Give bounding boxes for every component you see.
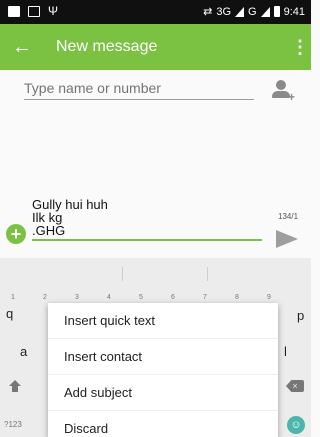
key-a[interactable]: a: [20, 344, 27, 359]
key-p[interactable]: p: [297, 308, 304, 323]
key-hint: 9: [267, 294, 271, 301]
status-bar: Ψ ⇄ 3G G 9:41: [0, 0, 311, 24]
key-l[interactable]: l: [284, 344, 287, 359]
page-title: New message: [56, 38, 158, 55]
app-bar: ← New message ⋮: [0, 24, 311, 70]
popup-menu: Insert quick text Insert contact Add sub…: [48, 303, 278, 437]
shift-key-icon[interactable]: [6, 380, 24, 394]
clock: 9:41: [283, 5, 305, 18]
key-hint: 5: [139, 294, 143, 301]
key-hint: 1: [11, 294, 15, 301]
network-type-label: 3G: [216, 5, 232, 18]
backspace-key-icon[interactable]: ×: [286, 380, 304, 392]
network-type-2-label: G: [248, 5, 257, 18]
key-hint: 6: [171, 294, 175, 301]
key-hint: 4: [107, 294, 111, 301]
usb-icon: Ψ: [48, 4, 59, 18]
menu-item-insert-contact[interactable]: Insert contact: [48, 339, 278, 375]
key-hint: 2: [43, 294, 47, 301]
symbols-key[interactable]: ?123: [4, 420, 22, 429]
screenshot-icon: [28, 5, 40, 17]
menu-item-add-subject[interactable]: Add subject: [48, 375, 278, 411]
key-q[interactable]: q: [6, 306, 13, 321]
recipient-input[interactable]: Type name or number: [24, 78, 254, 100]
back-arrow-icon[interactable]: ←: [12, 35, 36, 59]
battery-icon: [273, 6, 280, 17]
emoji-key-icon[interactable]: ☺: [287, 416, 305, 434]
suggestion-strip[interactable]: [0, 258, 311, 288]
key-hint: 3: [75, 294, 79, 301]
compose-area: + Gully hui huh Ilk kg .GHG 134/1: [0, 190, 311, 254]
overflow-menu-icon[interactable]: ⋮: [291, 35, 309, 59]
notification-icon: [8, 5, 20, 17]
add-contact-icon[interactable]: +: [271, 80, 295, 104]
key-hint: 7: [203, 294, 207, 301]
data-transfer-icon: ⇄: [203, 6, 213, 18]
message-input[interactable]: Gully hui huh Ilk kg .GHG: [32, 198, 262, 241]
signal-2-icon: [260, 6, 270, 17]
menu-item-discard[interactable]: Discard: [48, 411, 278, 437]
attach-plus-icon[interactable]: +: [6, 224, 26, 244]
character-counter: 134/1: [278, 212, 299, 221]
menu-item-insert-quick-text[interactable]: Insert quick text: [48, 303, 278, 339]
key-hint: 8: [235, 294, 239, 301]
signal-icon: [235, 6, 245, 17]
send-icon[interactable]: [276, 230, 298, 248]
